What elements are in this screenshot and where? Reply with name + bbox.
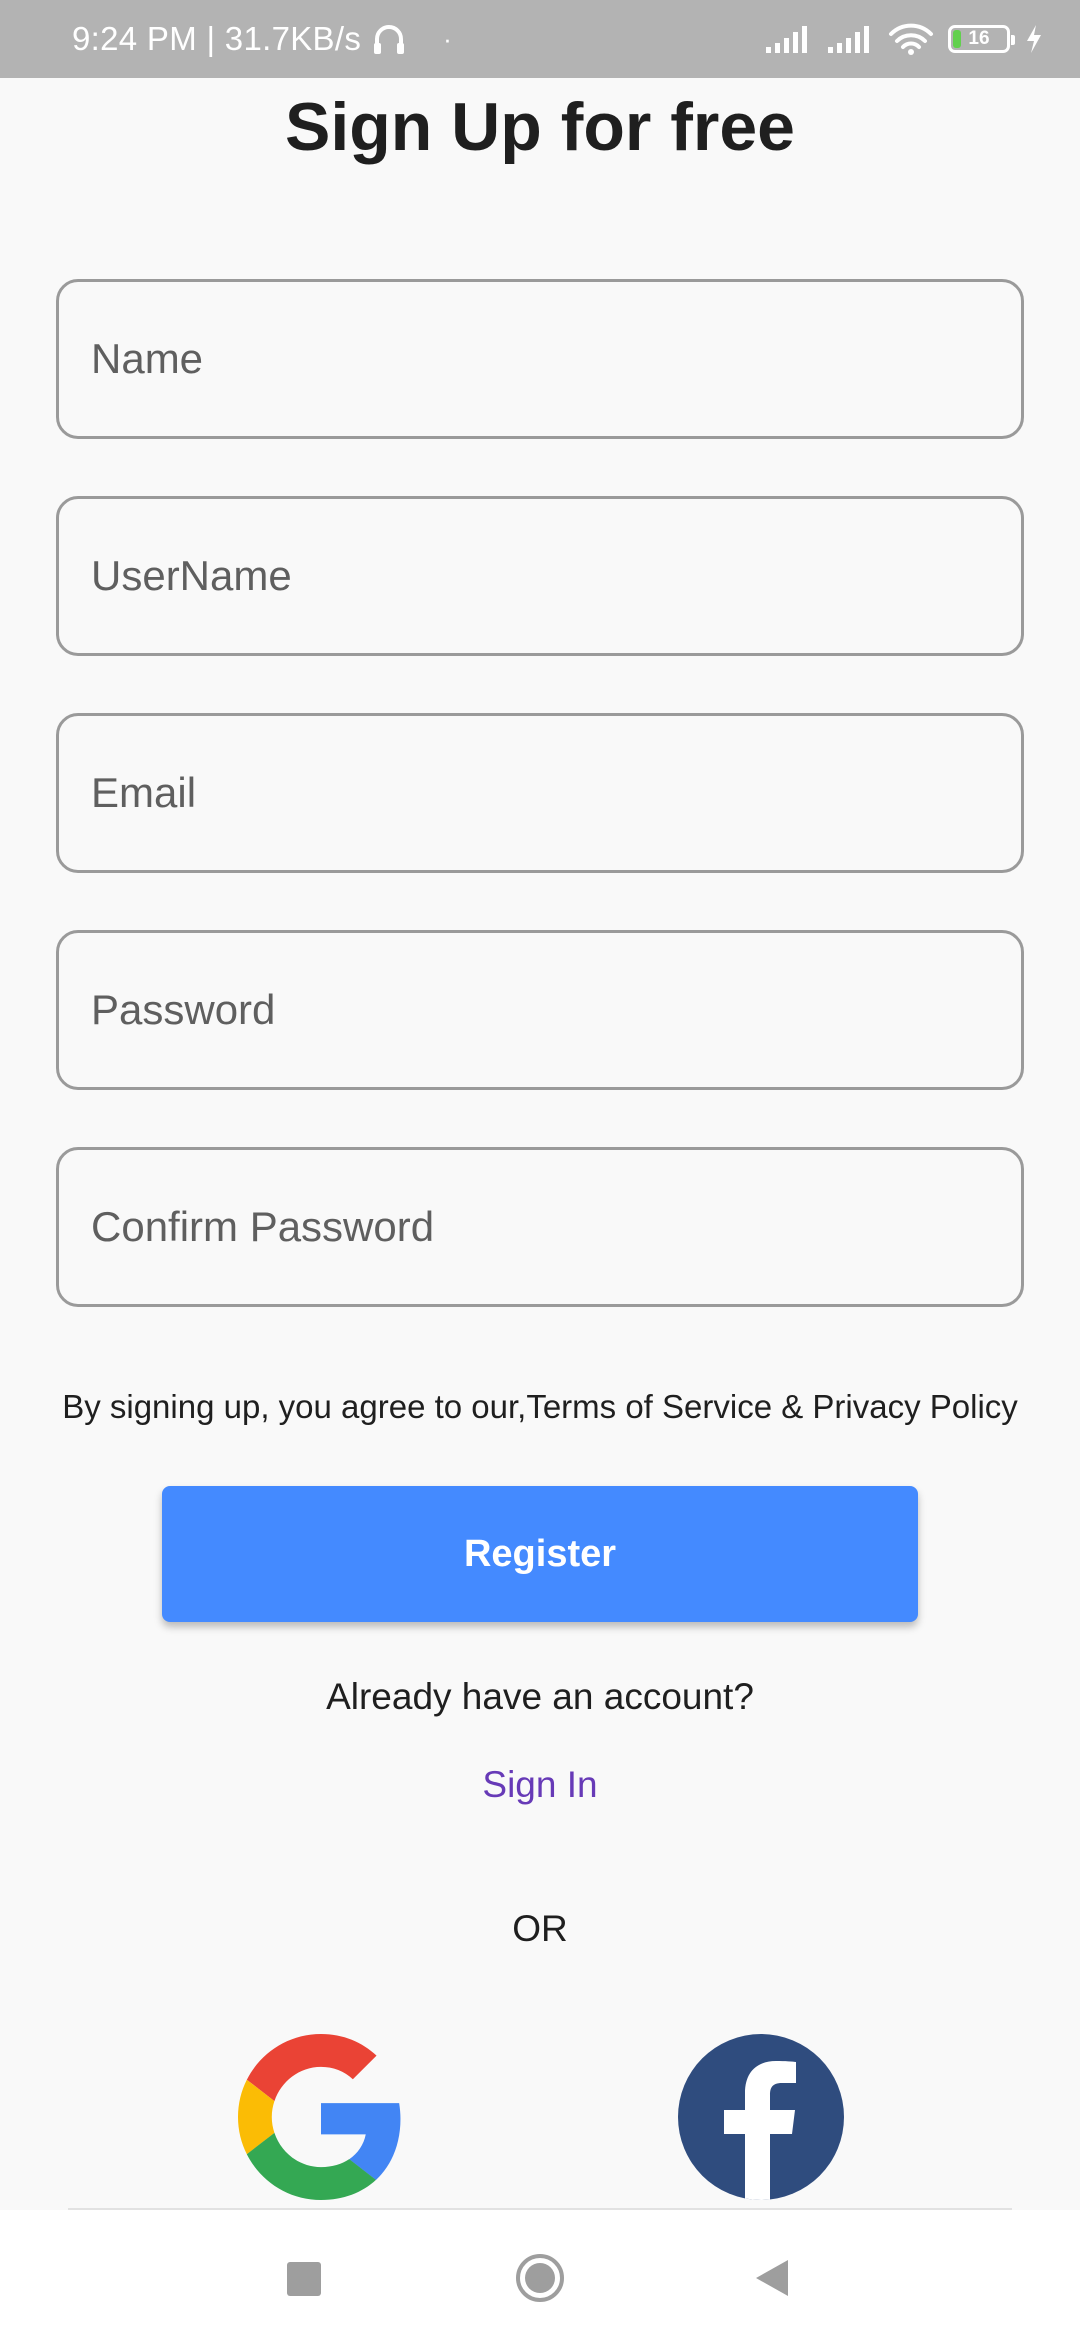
charging-icon [1027,25,1041,53]
status-bar: 9:24 PM | 31.7KB/s · 16 [0,0,1080,78]
google-icon[interactable] [238,2034,404,2200]
facebook-icon[interactable] [678,2034,844,2200]
confirm-password-input[interactable] [56,1147,1024,1307]
facebook-glyph [724,2061,796,2200]
back-button[interactable] [752,2256,792,2300]
signal-icon-2 [828,26,869,53]
name-input[interactable] [56,279,1024,439]
or-separator: OR [512,1908,568,1949]
battery-icon: 16 [948,25,1015,53]
battery-level: 16 [968,28,990,49]
status-right: 16 [764,0,1044,78]
page-title: Sign Up for free [284,89,796,165]
status-dot: · [443,23,453,54]
navigation-bar [0,2210,1080,2340]
wifi-icon [889,23,933,55]
register-button[interactable]: Register [162,1486,918,1622]
status-left: 9:24 PM | 31.7KB/s · [72,0,452,78]
signal-icon [766,26,807,53]
home-button[interactable] [514,2252,566,2304]
status-time-speed: 9:24 PM | 31.7KB/s [72,20,362,57]
signup-screen: 9:24 PM | 31.7KB/s · 16 Sign Up for free… [0,0,1080,2340]
username-input[interactable] [56,496,1024,656]
password-input[interactable] [56,930,1024,1090]
sign-in-link[interactable]: Sign In [0,1764,1080,1806]
email-input[interactable] [56,713,1024,873]
already-have-account-text: Already have an account? [326,1676,754,1717]
headphone-icon [374,25,405,54]
recents-button[interactable] [287,2262,321,2296]
terms-text[interactable]: By signing up, you agree to our,Terms of… [0,1388,1080,1426]
